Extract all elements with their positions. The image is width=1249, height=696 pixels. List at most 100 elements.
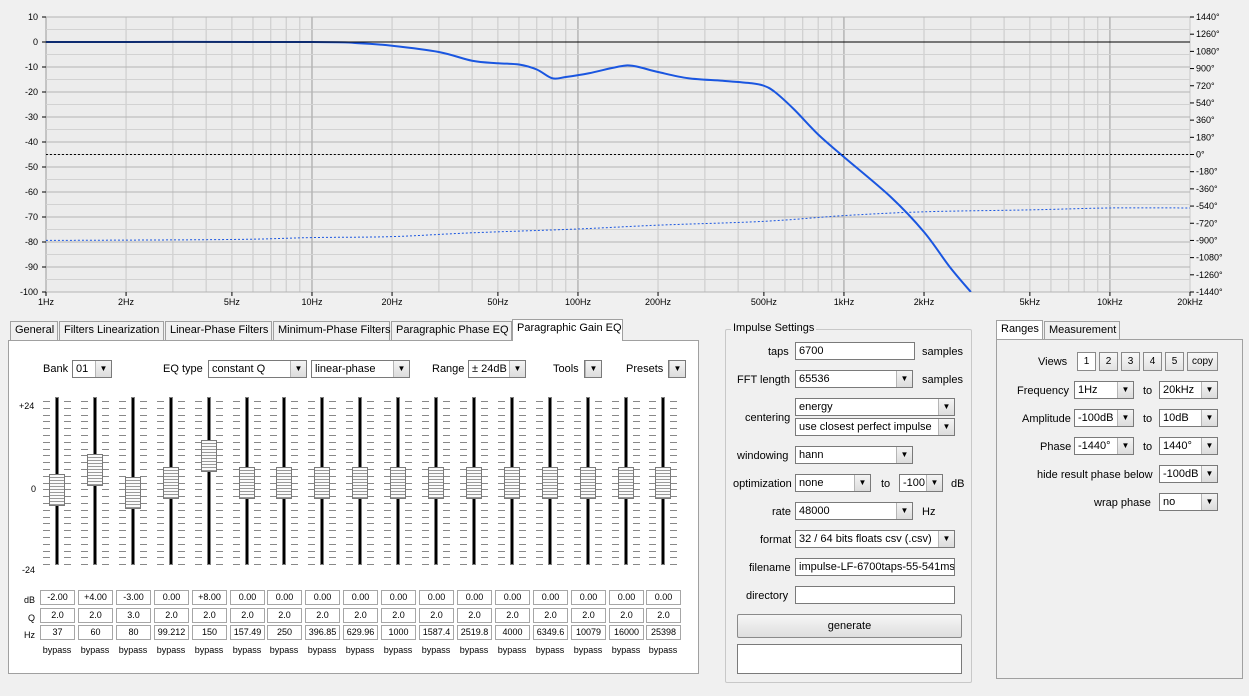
slider-thumb[interactable] xyxy=(314,467,330,499)
slider-thumb[interactable] xyxy=(87,453,103,486)
band-bypass-toggle[interactable]: bypass xyxy=(494,645,530,655)
format-select[interactable]: 32 / 64 bits floats csv (.csv) ▼ xyxy=(795,530,955,548)
rate-select[interactable]: 48000 ▼ xyxy=(795,502,913,520)
band-db-input[interactable]: 0.00 xyxy=(457,590,492,605)
frequency-from-select[interactable]: 1Hz ▼ xyxy=(1074,381,1134,399)
phase-from-select[interactable]: -1440° ▼ xyxy=(1074,437,1134,455)
band-bypass-toggle[interactable]: bypass xyxy=(77,645,113,655)
amplitude-to-select[interactable]: 10dB ▼ xyxy=(1159,409,1218,427)
band-bypass-toggle[interactable]: bypass xyxy=(532,645,568,655)
band-hz-input[interactable]: 6349.6 xyxy=(533,625,568,640)
band-hz-input[interactable]: 10079 xyxy=(571,625,606,640)
band-db-input[interactable]: 0.00 xyxy=(646,590,681,605)
band-db-input[interactable]: 0.00 xyxy=(267,590,302,605)
amplitude-from-select[interactable]: -100dB ▼ xyxy=(1074,409,1134,427)
band-hz-input[interactable]: 99.212 xyxy=(154,625,189,640)
band-hz-input[interactable]: 25398 xyxy=(646,625,681,640)
slider-thumb[interactable] xyxy=(618,467,634,499)
band-q-input[interactable]: 2.0 xyxy=(267,608,302,623)
gain-slider[interactable] xyxy=(496,393,528,573)
band-bypass-toggle[interactable]: bypass xyxy=(191,645,227,655)
band-bypass-toggle[interactable]: bypass xyxy=(570,645,606,655)
band-q-input[interactable]: 2.0 xyxy=(305,608,340,623)
frequency-to-select[interactable]: 20kHz ▼ xyxy=(1159,381,1218,399)
slider-thumb[interactable] xyxy=(428,467,444,499)
gain-slider[interactable] xyxy=(344,393,376,573)
band-hz-input[interactable]: 1000 xyxy=(381,625,416,640)
band-q-input[interactable]: 2.0 xyxy=(419,608,454,623)
range-select[interactable]: ± 24dB ▼ xyxy=(468,360,526,378)
slider-thumb[interactable] xyxy=(49,473,65,506)
optimization-select[interactable]: none ▼ xyxy=(795,474,871,492)
view-2-button[interactable]: 2 xyxy=(1099,352,1118,371)
slider-thumb[interactable] xyxy=(352,467,368,499)
band-db-input[interactable]: -3.00 xyxy=(116,590,151,605)
slider-thumb[interactable] xyxy=(504,467,520,499)
slider-thumb[interactable] xyxy=(466,467,482,499)
band-q-input[interactable]: 3.0 xyxy=(116,608,151,623)
tab-paragraphic-phase-eq[interactable]: Paragraphic Phase EQ xyxy=(391,321,512,340)
slider-thumb[interactable] xyxy=(542,467,558,499)
band-bypass-toggle[interactable]: bypass xyxy=(608,645,644,655)
filename-input[interactable]: impulse-LF-6700taps-55-541ms xyxy=(795,558,955,576)
tab-linear-phase-filters[interactable]: Linear-Phase Filters xyxy=(165,321,272,340)
band-hz-input[interactable]: 157.49 xyxy=(230,625,265,640)
band-bypass-toggle[interactable]: bypass xyxy=(380,645,416,655)
view-5-button[interactable]: 5 xyxy=(1165,352,1184,371)
gain-slider[interactable] xyxy=(458,393,490,573)
slider-thumb[interactable] xyxy=(201,440,217,473)
wrap-phase-select[interactable]: no ▼ xyxy=(1159,493,1218,511)
view-4-button[interactable]: 4 xyxy=(1143,352,1162,371)
band-bypass-toggle[interactable]: bypass xyxy=(645,645,681,655)
optimization-db-select[interactable]: -100 ▼ xyxy=(899,474,943,492)
gain-slider[interactable] xyxy=(193,393,225,573)
band-q-input[interactable]: 2.0 xyxy=(192,608,227,623)
tab-measurement[interactable]: Measurement xyxy=(1044,321,1120,339)
band-hz-input[interactable]: 250 xyxy=(267,625,302,640)
band-db-input[interactable]: -2.00 xyxy=(40,590,75,605)
band-bypass-toggle[interactable]: bypass xyxy=(304,645,340,655)
band-q-input[interactable]: 2.0 xyxy=(343,608,378,623)
gain-slider[interactable] xyxy=(117,393,149,573)
band-q-input[interactable]: 2.0 xyxy=(40,608,75,623)
tab-general[interactable]: General xyxy=(10,321,58,340)
band-hz-input[interactable]: 80 xyxy=(116,625,151,640)
gain-slider[interactable] xyxy=(41,393,73,573)
band-hz-input[interactable]: 2519.8 xyxy=(457,625,492,640)
slider-thumb[interactable] xyxy=(655,467,671,499)
band-q-input[interactable]: 2.0 xyxy=(381,608,416,623)
band-q-input[interactable]: 2.0 xyxy=(609,608,644,623)
directory-input[interactable] xyxy=(795,586,955,604)
slider-thumb[interactable] xyxy=(163,467,179,499)
band-q-input[interactable]: 2.0 xyxy=(230,608,265,623)
band-bypass-toggle[interactable]: bypass xyxy=(153,645,189,655)
band-q-input[interactable]: 2.0 xyxy=(571,608,606,623)
band-db-input[interactable]: +4.00 xyxy=(78,590,113,605)
tab-ranges[interactable]: Ranges xyxy=(996,320,1043,339)
band-hz-input[interactable]: 1587.4 xyxy=(419,625,454,640)
band-db-input[interactable]: 0.00 xyxy=(154,590,189,605)
band-bypass-toggle[interactable]: bypass xyxy=(418,645,454,655)
bank-select[interactable]: 01 ▼ xyxy=(72,360,112,378)
gain-slider[interactable] xyxy=(268,393,300,573)
phase-mode-select[interactable]: linear-phase ▼ xyxy=(311,360,410,378)
band-q-input[interactable]: 2.0 xyxy=(457,608,492,623)
band-db-input[interactable]: 0.00 xyxy=(609,590,644,605)
taps-input[interactable]: 6700 xyxy=(795,342,915,360)
band-bypass-toggle[interactable]: bypass xyxy=(456,645,492,655)
band-db-input[interactable]: 0.00 xyxy=(381,590,416,605)
band-q-input[interactable]: 2.0 xyxy=(154,608,189,623)
tab-filters-linearization[interactable]: Filters Linearization xyxy=(59,321,164,340)
gain-slider[interactable] xyxy=(647,393,679,573)
band-db-input[interactable]: 0.00 xyxy=(230,590,265,605)
tab-minimum-phase-filters[interactable]: Minimum-Phase Filters xyxy=(273,321,390,340)
band-hz-input[interactable]: 629.96 xyxy=(343,625,378,640)
band-bypass-toggle[interactable]: bypass xyxy=(266,645,302,655)
band-db-input[interactable]: +8.00 xyxy=(192,590,227,605)
band-hz-input[interactable]: 60 xyxy=(78,625,113,640)
gain-slider[interactable] xyxy=(306,393,338,573)
gain-slider[interactable] xyxy=(231,393,263,573)
tab-paragraphic-gain-eq[interactable]: Paragraphic Gain EQ xyxy=(512,319,623,341)
band-db-input[interactable]: 0.00 xyxy=(305,590,340,605)
copy-view-button[interactable]: copy xyxy=(1187,352,1218,371)
